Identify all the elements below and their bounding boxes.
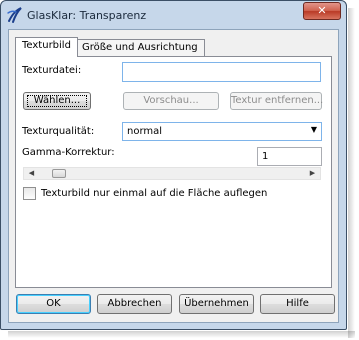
help-button-label: Hilfe: [286, 298, 309, 309]
help-button[interactable]: Hilfe: [260, 294, 335, 314]
texturbild-panel: Texturdatei: Wählen... Vorschau... Textu…: [15, 56, 332, 288]
scroll-right-icon[interactable]: ▶: [305, 168, 320, 179]
dialog-window: GlasKlar: Transparenz ✕ Texturbild Größe…: [0, 0, 347, 330]
once-checkbox[interactable]: [23, 187, 36, 200]
cancel-button-label: Abbrechen: [107, 298, 162, 309]
texture-quality-label: Texturqualität:: [22, 126, 95, 137]
remove-texture-button-label: Textur entfernen...: [231, 95, 324, 106]
dialog-client-area: Texturbild Größe und Ausrichtung Texturd…: [8, 29, 339, 323]
apply-button[interactable]: Übernehmen: [179, 294, 254, 314]
close-button[interactable]: ✕: [303, 2, 341, 20]
texture-file-input[interactable]: [122, 62, 321, 82]
ok-button-label: OK: [46, 298, 61, 309]
window-title: GlasKlar: Transparenz: [27, 9, 147, 22]
apply-button-label: Übernehmen: [184, 298, 249, 309]
tab-texturbild[interactable]: Texturbild: [15, 37, 78, 57]
texture-quality-value: normal: [127, 126, 163, 137]
close-icon: ✕: [317, 4, 327, 17]
window-shadow-right: [348, 8, 355, 338]
gamma-slider[interactable]: ◀ ▶: [23, 167, 321, 180]
texture-quality-select[interactable]: normal ▼: [122, 122, 322, 141]
preview-button[interactable]: Vorschau...: [123, 92, 219, 110]
window-shadow-bottom: [8, 331, 355, 338]
ok-button[interactable]: OK: [16, 294, 91, 314]
preview-button-label: Vorschau...: [143, 95, 199, 106]
remove-texture-button[interactable]: Textur entfernen...: [230, 92, 324, 110]
choose-button[interactable]: Wählen...: [23, 92, 91, 110]
focus-indicator: [27, 95, 87, 107]
cancel-button[interactable]: Abbrechen: [97, 294, 172, 314]
tab-strip: Texturbild Größe und Ausrichtung: [15, 37, 335, 57]
title-bar[interactable]: GlasKlar: Transparenz ✕: [1, 1, 346, 29]
chevron-down-icon: ▼: [310, 125, 317, 134]
gamma-slider-thumb[interactable]: [52, 169, 66, 178]
texture-file-label: Texturdatei:: [22, 65, 82, 76]
tab-groesse-ausrichtung-label: Größe und Ausrichtung: [82, 42, 198, 53]
gamma-input[interactable]: [257, 147, 322, 166]
scroll-left-icon[interactable]: ◀: [24, 168, 39, 179]
tab-texturbild-label: Texturbild: [22, 40, 71, 51]
tab-groesse-ausrichtung[interactable]: Größe und Ausrichtung: [75, 39, 205, 56]
once-checkbox-label[interactable]: Texturbild nur einmal auf die Fläche auf…: [41, 188, 267, 199]
glasklar-logo-icon: [7, 7, 22, 23]
gamma-label: Gamma-Korrektur:: [22, 147, 115, 158]
